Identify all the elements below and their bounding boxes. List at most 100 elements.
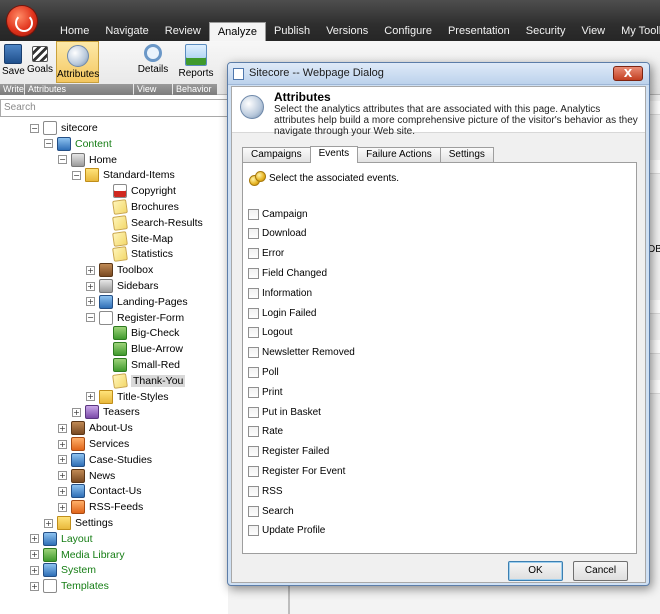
event-option[interactable]: RSS — [248, 484, 283, 498]
event-checkbox[interactable] — [248, 347, 259, 359]
tab-settings[interactable]: Settings — [439, 147, 494, 162]
tree-item[interactable]: + Services — [58, 436, 129, 452]
tree-item[interactable]: Big-Check — [100, 325, 179, 341]
expand-icon[interactable]: + — [58, 486, 67, 496]
expand-icon[interactable]: + — [58, 439, 67, 449]
tree-item[interactable]: + Teasers — [72, 404, 140, 420]
tree-item[interactable]: + Settings — [44, 515, 113, 531]
event-checkbox[interactable] — [248, 505, 259, 517]
tree-item[interactable]: + Title-Styles — [86, 389, 169, 405]
event-option[interactable]: Rate — [248, 425, 283, 439]
tree-item[interactable]: + RSS-Feeds — [58, 499, 143, 515]
tree-item[interactable]: − Standard-Items — [72, 167, 175, 183]
tab-events[interactable]: Events — [309, 146, 359, 163]
top-menu-analyze[interactable]: Analyze — [208, 22, 266, 41]
dialog-close-button[interactable]: X — [613, 66, 643, 81]
event-checkbox[interactable] — [248, 327, 259, 339]
event-checkbox[interactable] — [248, 307, 259, 319]
tree-item[interactable]: − Content — [44, 136, 112, 152]
reports-button[interactable]: Reports — [176, 41, 216, 83]
tree-item[interactable]: − Register-Form — [86, 310, 184, 326]
event-option[interactable]: Field Changed — [248, 266, 327, 280]
collapse-icon[interactable]: − — [30, 123, 39, 133]
event-option[interactable]: Register Failed — [248, 445, 329, 459]
goals-button[interactable]: Goals — [26, 41, 54, 83]
expand-icon[interactable]: + — [86, 281, 95, 291]
expand-icon[interactable]: + — [30, 534, 39, 544]
tree-item[interactable]: + Case-Studies — [58, 452, 152, 468]
tree-item[interactable]: Statistics — [100, 246, 173, 263]
tree-item[interactable]: + Toolbox — [86, 262, 153, 278]
tree-item[interactable]: + News — [58, 468, 115, 484]
tree-item[interactable]: + Sidebars — [86, 278, 158, 294]
event-checkbox[interactable] — [248, 446, 259, 458]
tree-item[interactable]: + About-Us — [58, 420, 133, 436]
expand-icon[interactable]: + — [44, 518, 53, 528]
ok-button[interactable]: OK — [508, 561, 563, 581]
search-input[interactable]: Search — [0, 99, 228, 117]
expand-icon[interactable]: + — [58, 502, 67, 512]
tree-item[interactable]: Search-Results — [100, 214, 203, 231]
expand-icon[interactable]: + — [86, 265, 95, 275]
tree-item[interactable]: Small-Red — [100, 357, 180, 373]
event-checkbox[interactable] — [248, 228, 259, 240]
tree-item[interactable]: + Landing-Pages — [86, 294, 188, 310]
expand-icon[interactable]: + — [30, 581, 39, 591]
top-menu-home[interactable]: Home — [52, 22, 97, 41]
top-menu-navigate[interactable]: Navigate — [97, 22, 156, 41]
event-checkbox[interactable] — [248, 248, 259, 260]
tree-item[interactable]: + Contact-Us — [58, 483, 142, 499]
expand-icon[interactable]: + — [86, 297, 95, 307]
event-option[interactable]: Poll — [248, 365, 279, 379]
event-option[interactable]: Logout — [248, 326, 293, 340]
details-button[interactable]: Details — [136, 41, 170, 83]
tree-item[interactable]: + System — [30, 562, 96, 578]
sitecore-logo-icon[interactable] — [7, 6, 37, 36]
tree-item[interactable]: + Media Library — [30, 547, 125, 563]
tree-item[interactable]: + Layout — [30, 531, 93, 547]
top-menu-view[interactable]: View — [573, 22, 613, 41]
dialog-title-bar[interactable]: Sitecore -- Webpage Dialog X — [228, 63, 649, 85]
tab-failure-actions[interactable]: Failure Actions — [357, 147, 441, 162]
event-option[interactable]: Search — [248, 504, 294, 518]
event-checkbox[interactable] — [248, 267, 259, 279]
attributes-button[interactable]: Attributes — [56, 41, 99, 83]
collapse-icon[interactable]: − — [72, 170, 81, 180]
top-menu-my-toolbar[interactable]: My Toolbar — [613, 22, 660, 41]
expand-icon[interactable]: + — [58, 455, 67, 465]
tree-item[interactable]: Brochures — [100, 199, 179, 215]
expand-icon[interactable]: + — [86, 392, 95, 402]
tree-item[interactable]: Blue-Arrow — [100, 341, 183, 357]
event-option[interactable]: Put in Basket — [248, 405, 321, 419]
tree-item[interactable]: − sitecore — [30, 120, 98, 136]
event-option[interactable]: Login Failed — [248, 306, 316, 320]
event-checkbox[interactable] — [248, 366, 259, 378]
top-menu-versions[interactable]: Versions — [318, 22, 376, 41]
event-checkbox[interactable] — [248, 426, 259, 438]
expand-icon[interactable]: + — [30, 550, 39, 560]
event-checkbox[interactable] — [248, 485, 259, 497]
event-checkbox[interactable] — [248, 208, 259, 220]
tree-item[interactable]: Copyright — [100, 183, 176, 199]
event-checkbox[interactable] — [248, 465, 259, 477]
tree-item[interactable]: − Home — [58, 152, 117, 168]
expand-icon[interactable]: + — [30, 565, 39, 575]
save-button[interactable]: Save — [2, 41, 25, 83]
cancel-button[interactable]: Cancel — [573, 561, 628, 581]
event-option[interactable]: Update Profile — [248, 524, 325, 538]
event-option[interactable]: Campaign — [248, 207, 308, 221]
tab-campaigns[interactable]: Campaigns — [242, 147, 311, 162]
tree-item[interactable]: + Templates — [30, 578, 109, 594]
event-option[interactable]: Newsletter Removed — [248, 346, 355, 360]
top-menu-publish[interactable]: Publish — [266, 22, 318, 41]
top-menu-review[interactable]: Review — [157, 22, 209, 41]
top-menu-configure[interactable]: Configure — [376, 22, 440, 41]
event-checkbox[interactable] — [248, 525, 259, 537]
event-option[interactable]: Error — [248, 247, 284, 261]
event-option[interactable]: Information — [248, 286, 312, 300]
tree-item[interactable]: Site-Map — [100, 230, 173, 247]
collapse-icon[interactable]: − — [58, 155, 67, 165]
tree-item[interactable]: Thank-You — [100, 372, 186, 389]
expand-icon[interactable]: + — [58, 471, 67, 481]
expand-icon[interactable]: + — [72, 407, 81, 417]
